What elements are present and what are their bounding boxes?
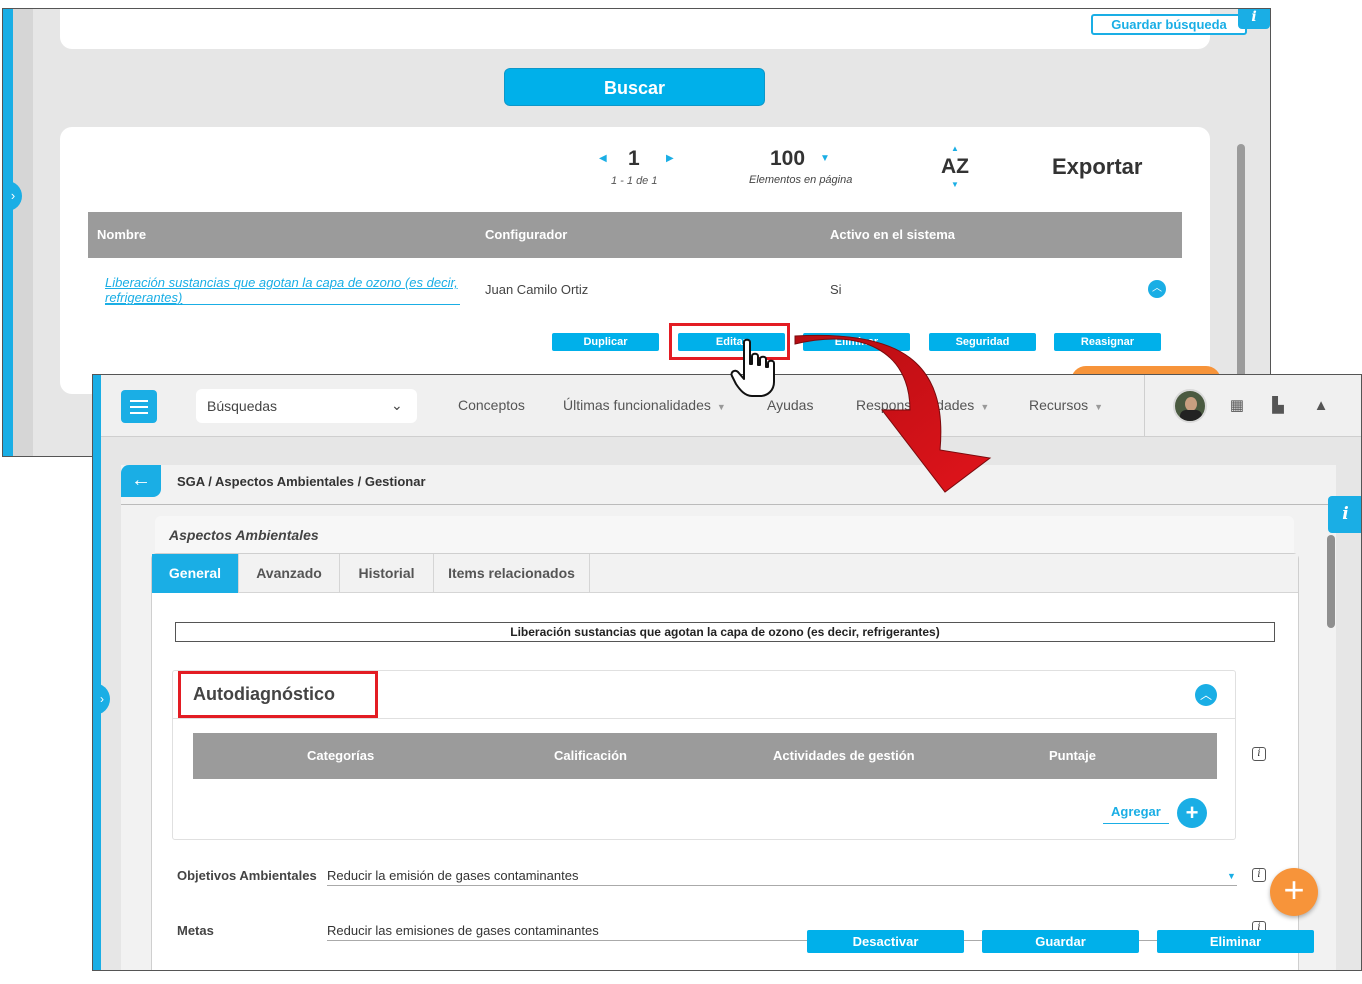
- record-title-field[interactable]: Liberación sustancias que agotan la capa…: [175, 622, 1275, 642]
- calendar-icon[interactable]: ▦: [1228, 397, 1246, 415]
- sort-label: AZ: [941, 155, 969, 178]
- per-page-value: 100: [770, 147, 806, 170]
- column-actividades: Actividades de gestión: [773, 748, 915, 763]
- chevron-down-icon[interactable]: ▼: [1227, 871, 1236, 881]
- column-categorias: Categorías: [307, 748, 375, 763]
- left-gutter: [13, 9, 33, 456]
- metas-value[interactable]: Reducir las emisiones de gases contamina…: [327, 923, 599, 938]
- add-link[interactable]: Agregar: [1103, 804, 1169, 824]
- info-tab[interactable]: i: [1238, 9, 1270, 29]
- info-icon[interactable]: i: [1252, 868, 1266, 882]
- hand-cursor-icon: [730, 338, 775, 397]
- chevron-down-icon: ⌄: [391, 397, 403, 413]
- bell-icon[interactable]: ▲: [1312, 397, 1330, 415]
- column-calificacion: Calificación: [554, 748, 627, 763]
- reassign-button[interactable]: Reasignar: [1054, 333, 1161, 351]
- next-page-icon[interactable]: ▶: [666, 153, 674, 164]
- scrollbar[interactable]: [1327, 535, 1335, 628]
- back-arrow-icon[interactable]: ←: [121, 465, 161, 497]
- metas-label: Metas: [177, 923, 214, 938]
- record-configurator: Juan Camilo Ortiz: [485, 282, 589, 297]
- per-page-label: Elementos en página: [749, 174, 853, 186]
- column-activo[interactable]: Activo en el sistema: [830, 227, 955, 242]
- chevron-right-icon: ›: [10, 188, 16, 203]
- search-select-value: Búsquedas: [207, 398, 278, 414]
- left-accent-bar: [3, 9, 13, 456]
- panel-divider: [173, 718, 1235, 719]
- menu-icon[interactable]: [121, 390, 157, 423]
- page-range: 1 - 1 de 1: [611, 175, 658, 187]
- floating-add-button[interactable]: +: [1270, 868, 1318, 916]
- export-button[interactable]: Exportar: [1052, 154, 1142, 180]
- curved-arrow-icon: [794, 334, 992, 493]
- sort-down-icon: ▼: [951, 180, 959, 189]
- tutorial-composite: › Guardar búsqueda i Buscar ◀ 1 ▶ 1 - 1 …: [0, 0, 1362, 984]
- tab-avanzado[interactable]: Avanzado: [239, 554, 340, 593]
- column-configurador[interactable]: Configurador: [485, 227, 567, 242]
- record-active: Si: [830, 282, 842, 297]
- topbar-divider: [1144, 375, 1145, 437]
- info-icon[interactable]: i: [1252, 747, 1266, 761]
- current-page: 1: [628, 147, 640, 170]
- search-filters-card: Guardar búsqueda: [60, 9, 1247, 49]
- duplicate-button[interactable]: Duplicar: [552, 333, 659, 351]
- section-title: Aspectos Ambientales: [169, 527, 319, 543]
- link-underline: [105, 304, 460, 305]
- search-type-select[interactable]: Búsquedas ⌄: [196, 389, 417, 423]
- tab-items-relacionados[interactable]: Items relacionados: [434, 554, 590, 593]
- edit-form-screenshot: › Búsquedas ⌄ Conceptos Últimas funciona…: [92, 374, 1362, 971]
- record-name-link[interactable]: Liberación sustancias que agotan la capa…: [105, 275, 460, 305]
- nav-recursos[interactable]: Recursos ▼: [1029, 397, 1103, 413]
- objetivos-underline: [327, 885, 1237, 886]
- nav-conceptos[interactable]: Conceptos: [458, 397, 525, 413]
- form-card: General Avanzado Historial Items relacio…: [151, 553, 1299, 970]
- info-tab[interactable]: i: [1328, 496, 1361, 533]
- section-header: Aspectos Ambientales: [155, 516, 1294, 554]
- left-accent-bar: [93, 375, 101, 970]
- delete-button[interactable]: Eliminar: [1157, 930, 1314, 953]
- results-table-header: Nombre Configurador Activo en el sistema: [88, 212, 1182, 258]
- collapse-panel-icon[interactable]: ︿: [1195, 684, 1217, 706]
- autodiagnostico-highlight: [178, 671, 378, 718]
- objetivos-label: Objetivos Ambientales: [177, 868, 317, 883]
- search-button[interactable]: Buscar: [504, 68, 765, 106]
- plus-icon[interactable]: +: [1177, 798, 1207, 828]
- tab-general[interactable]: General: [152, 554, 239, 593]
- breadcrumb: SGA / Aspectos Ambientales / Gestionar: [177, 474, 426, 489]
- deactivate-button[interactable]: Desactivar: [807, 930, 964, 953]
- objetivos-value[interactable]: Reducir la emisión de gases contaminante…: [327, 868, 578, 883]
- tab-historial[interactable]: Historial: [340, 554, 434, 593]
- items-per-page[interactable]: 100 ▼ Elementos en página: [743, 147, 873, 197]
- nav-ultimas-funcionalidades[interactable]: Últimas funcionalidades ▼: [563, 397, 726, 413]
- autodiagnostico-table-header: Categorías Calificación Actividades de g…: [193, 733, 1217, 779]
- save-button[interactable]: Guardar: [982, 930, 1139, 953]
- autodiagnostico-panel: Autodiagnóstico ︿ Categorías Calificació…: [172, 670, 1236, 840]
- tab-bar: General Avanzado Historial Items relacio…: [152, 554, 1298, 593]
- pagination: ◀ 1 ▶ 1 - 1 de 1: [593, 147, 683, 197]
- column-nombre[interactable]: Nombre: [97, 227, 146, 242]
- chevron-right-icon: ›: [100, 692, 104, 706]
- collapse-row-icon[interactable]: ︿: [1148, 280, 1166, 298]
- sidebar-expand-button[interactable]: ›: [94, 683, 110, 715]
- main-content: Aspectos Ambientales General Avanzado Hi…: [121, 505, 1336, 970]
- breadcrumb-bar: ← SGA / Aspectos Ambientales / Gestionar: [121, 465, 1336, 505]
- caret-down-icon: ▼: [820, 153, 830, 164]
- sort-button[interactable]: ▲ AZ ▼: [935, 145, 975, 191]
- save-search-button[interactable]: Guardar búsqueda: [1091, 14, 1247, 35]
- column-puntaje: Puntaje: [1049, 748, 1096, 763]
- avatar[interactable]: [1173, 389, 1207, 423]
- sort-up-icon: ▲: [951, 144, 959, 153]
- map-icon[interactable]: ▙: [1269, 397, 1287, 415]
- prev-page-icon[interactable]: ◀: [599, 153, 607, 164]
